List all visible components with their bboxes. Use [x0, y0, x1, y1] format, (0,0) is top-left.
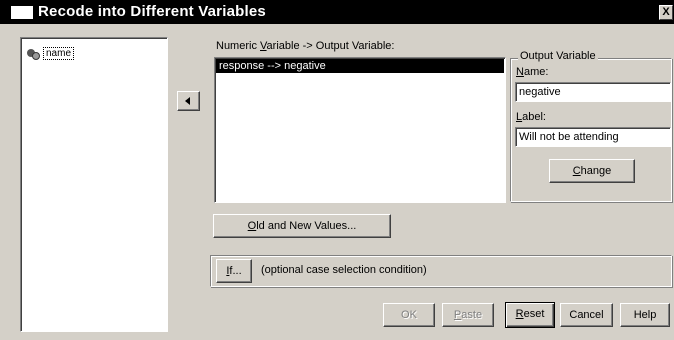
change-button[interactable]: Change: [549, 159, 635, 183]
label-label: Label:: [516, 111, 546, 123]
move-variable-button[interactable]: [177, 91, 200, 111]
variable-name: name: [43, 46, 75, 60]
help-button[interactable]: Help: [620, 303, 670, 327]
string-variable-icon: [26, 47, 42, 60]
title-bar[interactable]: Recode into Different Variables X: [0, 0, 674, 24]
reset-button[interactable]: Reset: [505, 302, 555, 328]
old-new-values-button[interactable]: Old and New Values...: [213, 214, 391, 238]
list-item[interactable]: name: [26, 46, 75, 60]
if-button[interactable]: If...: [216, 259, 252, 283]
close-icon: X: [662, 6, 670, 18]
close-button[interactable]: X: [659, 5, 673, 20]
ok-button[interactable]: OK: [383, 303, 435, 327]
output-variable-group-title: Output Variable: [518, 50, 598, 62]
variable-mapping-list[interactable]: response --> negative: [214, 57, 506, 203]
window-title: Recode into Different Variables: [38, 3, 266, 20]
output-label-field[interactable]: Will not be attending: [515, 127, 671, 147]
cancel-button[interactable]: Cancel: [560, 303, 613, 327]
arrow-left-icon: [185, 97, 190, 105]
recode-dialog: Recode into Different Variables X name N…: [0, 0, 674, 340]
window-icon: [11, 6, 33, 19]
condition-hint: (optional case selection condition): [261, 264, 427, 276]
mapping-list-label: Numeric Variable -> Output Variable:: [216, 40, 395, 52]
source-variable-list[interactable]: name: [20, 37, 168, 332]
name-label: Name:: [516, 66, 549, 78]
output-name-field[interactable]: negative: [515, 82, 671, 102]
paste-button[interactable]: Paste: [442, 303, 494, 327]
list-item[interactable]: response --> negative: [216, 59, 504, 73]
